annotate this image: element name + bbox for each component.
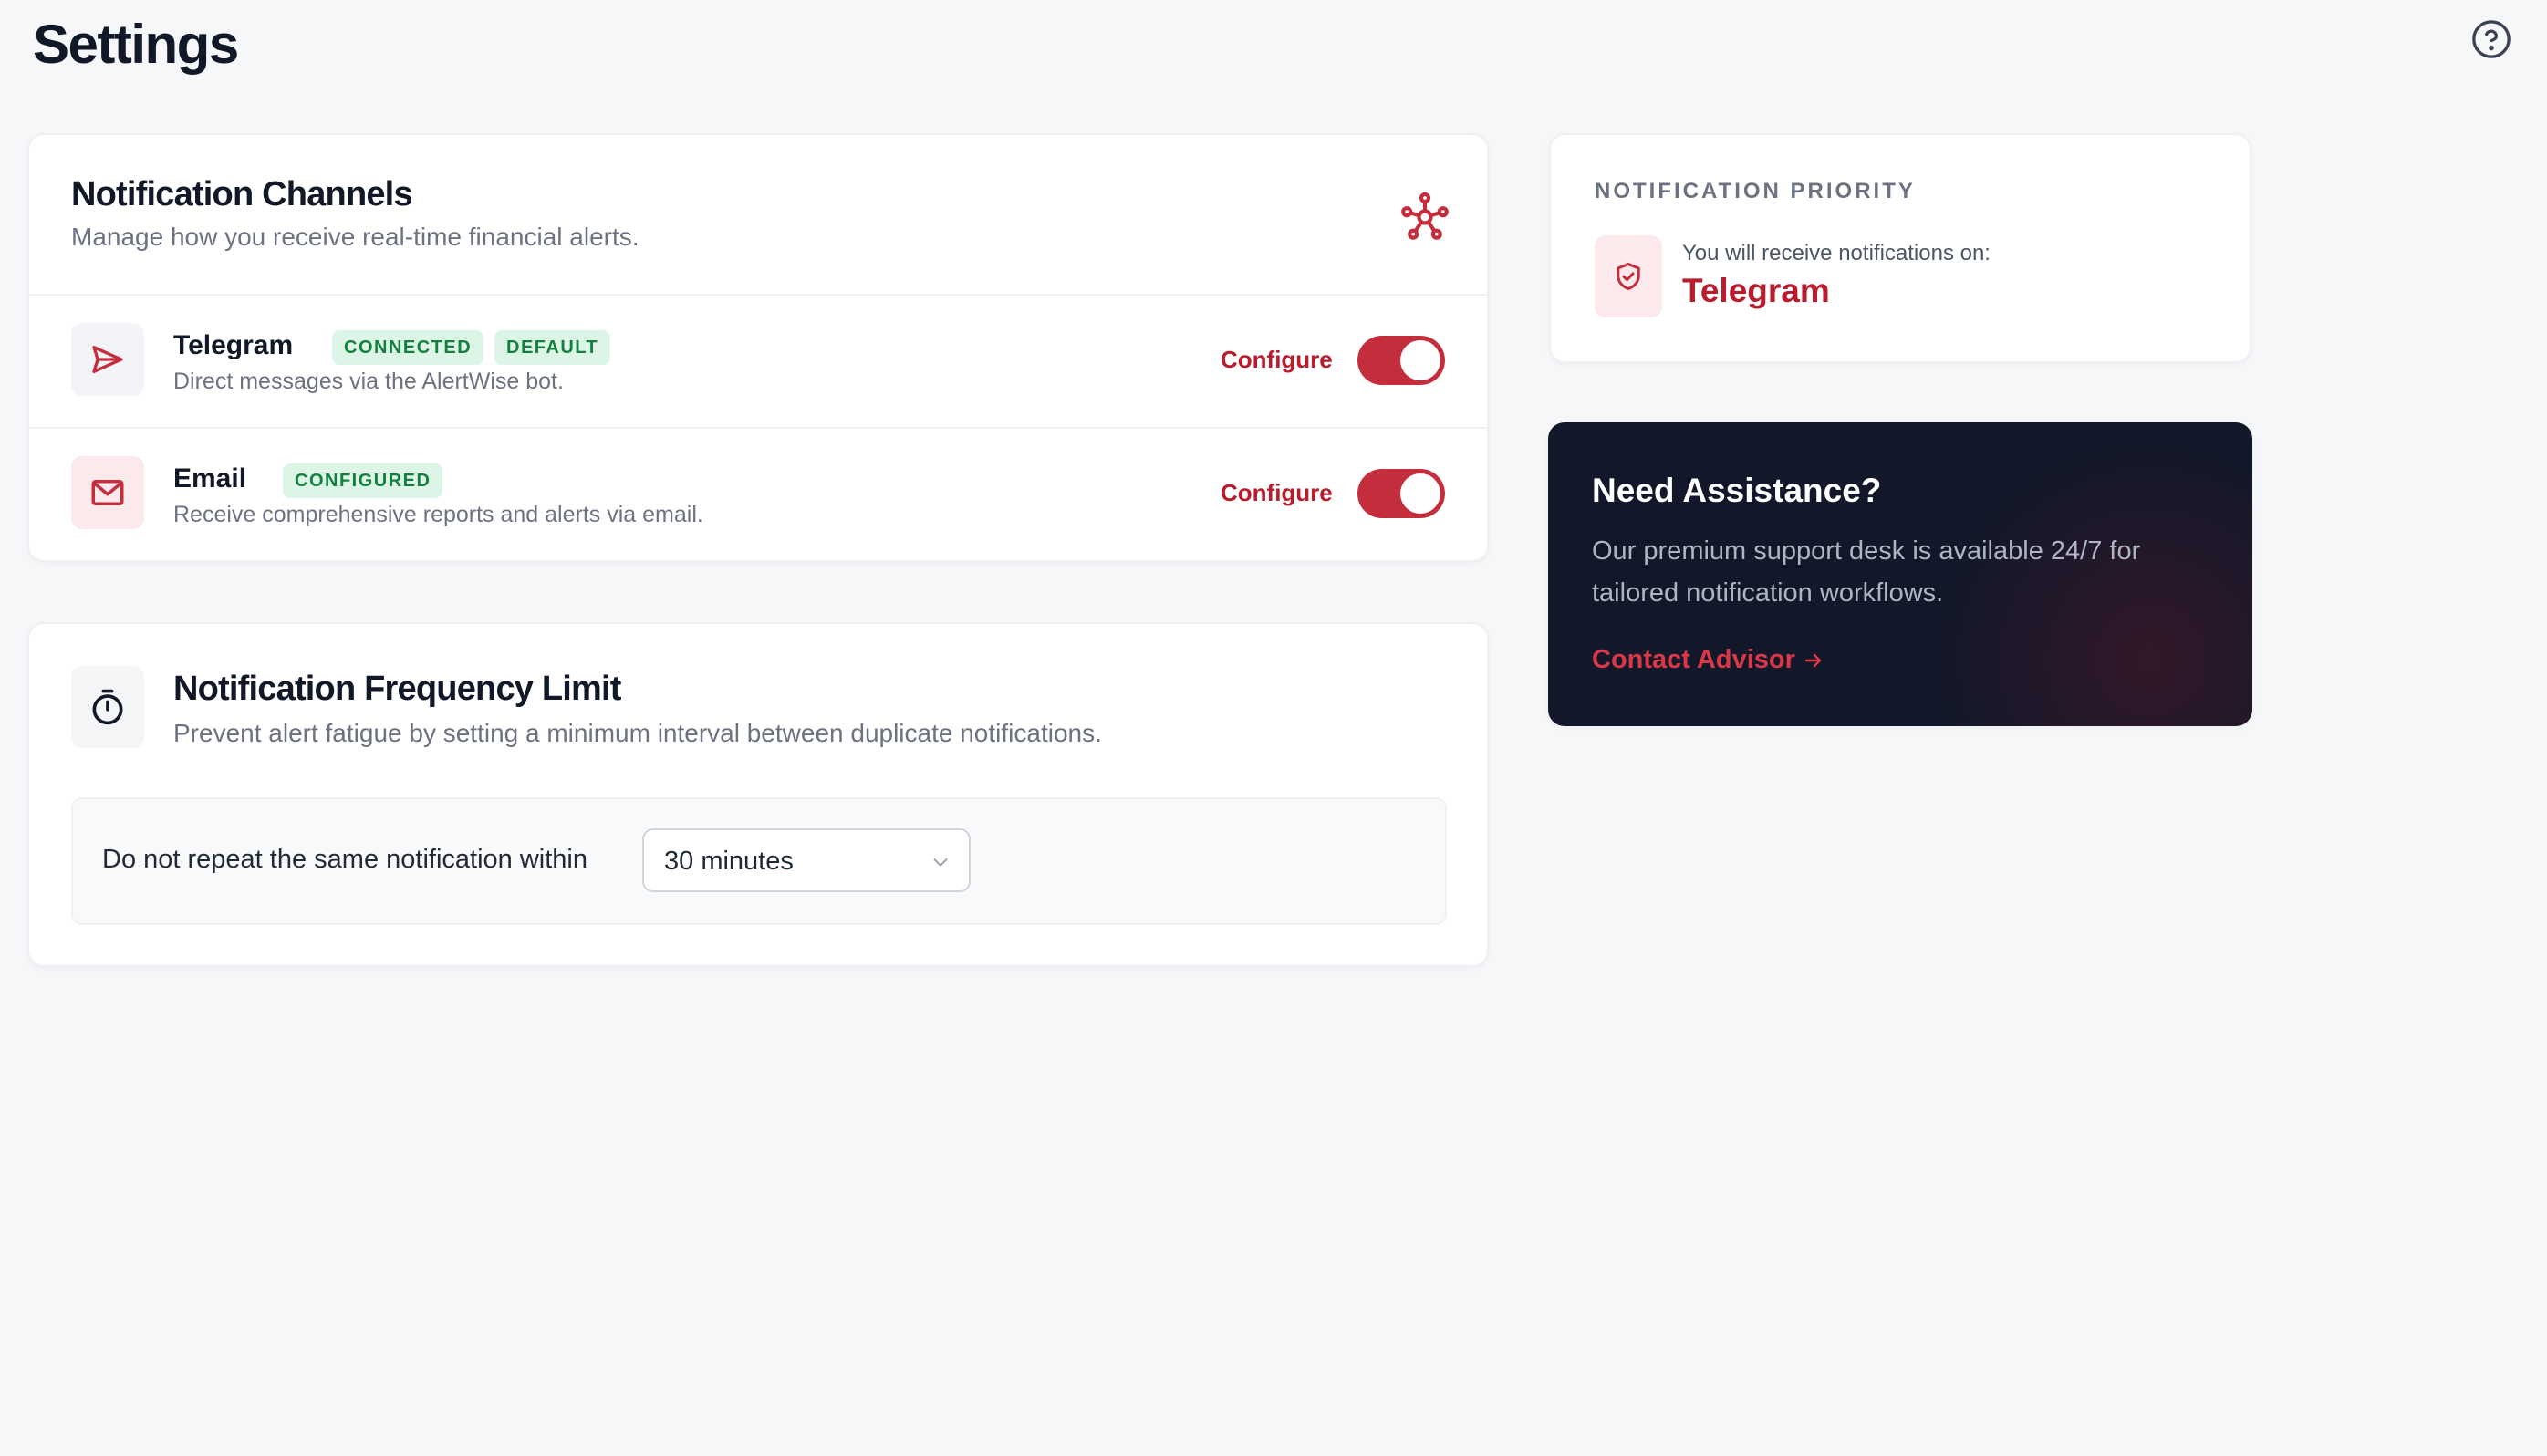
status-badge: CONNECTED	[332, 330, 484, 365]
frequency-limit-card: Notification Frequency Limit Prevent ale…	[27, 622, 1489, 967]
channel-row-email: Email CONFIGURED Receive comprehensive r…	[29, 429, 1487, 562]
notification-channels-card: Notification Channels Manage how you rec…	[27, 133, 1489, 562]
channels-subtitle: Manage how you receive real-time financi…	[71, 223, 639, 251]
priority-heading: NOTIFICATION PRIORITY	[1595, 179, 1916, 203]
assistance-text: Our premium support desk is available 24…	[1592, 536, 2141, 608]
priority-value: Telegram	[1682, 272, 1830, 309]
frequency-title: Notification Frequency Limit	[173, 670, 621, 708]
assistance-title: Need Assistance?	[1592, 472, 1882, 509]
frequency-selected-value: 30 minutes	[664, 847, 794, 876]
send-icon	[92, 346, 123, 373]
stopwatch-icon-box	[71, 666, 144, 748]
channel-row-telegram: Telegram CONNECTED DEFAULT Direct messag…	[29, 296, 1487, 429]
priority-label: You will receive notifications on:	[1682, 241, 1991, 265]
question-circle-icon[interactable]	[2470, 18, 2512, 60]
email-toggle[interactable]	[1357, 469, 1445, 518]
status-badge: CONFIGURED	[283, 463, 443, 498]
email-icon-box	[71, 456, 144, 529]
frequency-subtitle: Prevent alert fatigue by setting a minim…	[173, 719, 1102, 747]
chevron-down-icon	[933, 858, 948, 867]
configure-email-link[interactable]: Configure	[1221, 479, 1333, 507]
telegram-icon-box	[71, 323, 144, 396]
frequency-setting-panel: Do not repeat the same notification with…	[71, 797, 1447, 925]
network-icon	[1401, 192, 1449, 240]
toggle-knob	[1400, 473, 1440, 514]
telegram-toggle[interactable]	[1357, 336, 1445, 385]
contact-advisor-label: Contact Advisor	[1592, 645, 1795, 674]
channels-header: Notification Channels Manage how you rec…	[29, 135, 1487, 296]
configure-telegram-link[interactable]: Configure	[1221, 346, 1333, 374]
channel-name: Email	[173, 463, 247, 494]
page-title: Settings	[33, 14, 239, 75]
notification-priority-card: NOTIFICATION PRIORITY You will receive n…	[1549, 133, 2251, 363]
arrow-right-icon	[1804, 653, 1822, 667]
contact-advisor-link[interactable]: Contact Advisor	[1592, 645, 1824, 675]
frequency-label: Do not repeat the same notification with…	[102, 845, 587, 874]
channel-description: Receive comprehensive reports and alerts…	[173, 502, 703, 527]
shield-icon-box	[1595, 235, 1662, 317]
stopwatch-icon	[92, 689, 123, 725]
default-badge: DEFAULT	[494, 330, 611, 365]
channel-description: Direct messages via the AlertWise bot.	[173, 369, 564, 394]
assistance-card: Need Assistance? Our premium support des…	[1548, 422, 2252, 726]
channels-title: Notification Channels	[71, 175, 413, 213]
channel-name: Telegram	[173, 330, 294, 360]
frequency-select[interactable]: 30 minutes	[642, 828, 971, 892]
shield-check-icon	[1617, 263, 1640, 290]
toggle-knob	[1400, 340, 1440, 380]
mail-icon	[91, 480, 124, 505]
